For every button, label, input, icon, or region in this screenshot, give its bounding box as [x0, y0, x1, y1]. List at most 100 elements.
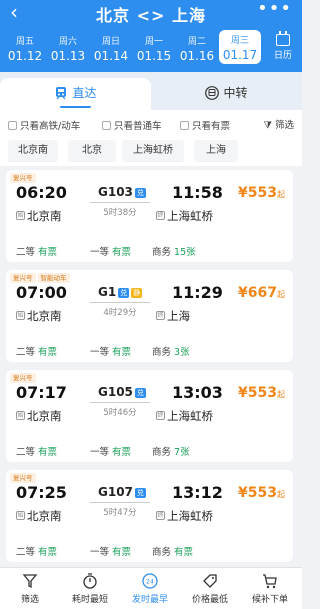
lowest-price-button[interactable]: 价格最低: [180, 568, 240, 605]
date-day: 01.12: [7, 49, 43, 63]
train-tag: 智能动车: [37, 273, 70, 283]
seat-status: 15张: [174, 247, 196, 258]
arrival-station-name: 上海: [167, 309, 190, 323]
train-tag: 复兴号: [10, 473, 36, 483]
bottom-label: 价格最低: [191, 595, 228, 605]
duration: 4时29分: [103, 308, 137, 318]
arrival-time: 11:58: [172, 183, 223, 202]
duration-line: [90, 302, 150, 303]
date-weekday: 周二: [187, 37, 206, 47]
seat-status: 有票: [112, 247, 132, 258]
seat-status: 3张: [174, 347, 190, 358]
price: ¥553起: [238, 385, 285, 401]
origin-mark: 始: [16, 211, 25, 220]
normal-only-checkbox[interactable]: 只看普通车: [102, 118, 162, 132]
arrival-time: 11:29: [172, 283, 223, 302]
train-card[interactable]: 复兴号 07:25 G107 兑 13:12 ¥553起 5时47分 始北京南 终…: [6, 470, 293, 562]
train-card[interactable]: 复兴号 06:20 G103 兑 11:58 ¥553起 5时38分 始北京南 终…: [6, 170, 293, 262]
filter-sort-button[interactable]: 筛选: [0, 568, 60, 605]
train-tag: 复兴号: [10, 373, 36, 383]
date-item-selected[interactable]: 周三 01.17: [219, 30, 261, 64]
top-bar: ‹ 北京 <> 上海 ••• 周五 01.12 周六 01.13 周日 01.1…: [0, 0, 302, 72]
route-type-tabs: 直达 中转: [0, 72, 302, 110]
train-card[interactable]: 复兴号 07:17 G105 兑 13:03 ¥553起 5时46分 始北京南 终…: [6, 370, 293, 462]
date-day: 01.13: [50, 49, 86, 63]
seat-class: 二等: [16, 347, 36, 358]
seat-class: 二等: [16, 547, 36, 558]
filter-button[interactable]: ⧩ 筛选: [263, 117, 294, 131]
seat-first-class: 一等 有票: [90, 444, 131, 458]
seat-first-class: 一等 有票: [90, 344, 131, 358]
bottom-label: 耗时最短: [71, 595, 108, 605]
departure-time: 07:25: [16, 483, 67, 502]
departure-station-name: 北京南: [27, 209, 62, 223]
clock-24-icon: 24: [142, 573, 158, 589]
departure-station-name: 北京南: [27, 309, 62, 323]
funnel-icon: ⧩: [263, 120, 272, 131]
train-number: G1 兑静: [98, 285, 143, 299]
departure-time: 07:17: [16, 383, 67, 402]
station-chip[interactable]: 上海: [194, 140, 238, 162]
seat-status: 7张: [174, 447, 190, 458]
seat-class: 二等: [16, 247, 36, 258]
train-number-text: G1: [98, 285, 117, 299]
departure-station-name: 北京南: [27, 509, 62, 523]
bottom-label: 候补下单: [251, 595, 288, 605]
date-item[interactable]: 周六 01.13: [47, 28, 89, 64]
exchange-badge: 兑: [134, 387, 146, 398]
calendar-button[interactable]: 日历: [268, 30, 298, 66]
seat-class: 一等: [90, 447, 110, 458]
seat-status: 有票: [112, 347, 132, 358]
duration-line: [90, 202, 150, 203]
arrival-station-name: 上海虹桥: [167, 409, 213, 423]
earliest-departure-button[interactable]: 24 发时最早: [120, 568, 180, 605]
date-item[interactable]: 周一 01.15: [133, 28, 175, 64]
terminal-mark: 终: [156, 311, 165, 320]
seat-status: 有票: [38, 447, 58, 458]
shortest-duration-button[interactable]: 耗时最短: [60, 568, 120, 605]
arrival-station: 终上海虹桥: [156, 208, 213, 224]
seat-class: 商务: [152, 247, 172, 258]
tab-transfer-label: 中转: [223, 86, 248, 100]
station-chip[interactable]: 北京: [68, 140, 116, 162]
date-day: 01.14: [93, 49, 129, 63]
date-item[interactable]: 周二 01.16: [176, 28, 218, 64]
high-speed-only-checkbox[interactable]: 只看高铁/动车: [8, 118, 80, 132]
more-dots-icon[interactable]: •••: [257, 0, 292, 18]
date-item[interactable]: 周日 01.14: [90, 28, 132, 64]
arrival-time: 13:03: [172, 383, 223, 402]
tab-transfer[interactable]: 中转: [151, 78, 302, 110]
seat-second-class: 二等 有票: [16, 444, 57, 458]
available-only-checkbox[interactable]: 只看有票: [180, 118, 230, 132]
date-weekday: 周六: [58, 37, 77, 47]
price: ¥553起: [238, 485, 285, 501]
arrival-station: 终上海虹桥: [156, 408, 213, 424]
seat-status: 有票: [38, 247, 58, 258]
seat-first-class: 一等 有票: [90, 544, 131, 558]
departure-station: 始北京南: [16, 308, 62, 324]
arrival-station: 终上海虹桥: [156, 508, 213, 524]
train-number: G105 兑: [98, 385, 146, 399]
departure-station: 始北京南: [16, 408, 62, 424]
tab-direct[interactable]: 直达: [0, 78, 151, 110]
departure-station: 始北京南: [16, 508, 62, 524]
waitlist-order-button[interactable]: 候补下单: [240, 568, 300, 605]
date-item[interactable]: 周五 01.12: [4, 28, 46, 64]
duration: 5时47分: [103, 508, 137, 518]
train-tag: 复兴号: [10, 273, 36, 283]
checkbox-box: [8, 121, 17, 130]
seat-status: 有票: [112, 547, 132, 558]
departure-station: 始北京南: [16, 208, 62, 224]
price: ¥667起: [238, 285, 285, 301]
origin-mark: 始: [16, 311, 25, 320]
seat-second-class: 二等 有票: [16, 244, 57, 258]
funnel-icon: [22, 574, 38, 589]
seat-second-class: 二等 有票: [16, 544, 57, 558]
price-amount: ¥553: [238, 185, 277, 201]
date-day: 01.15: [136, 49, 172, 63]
train-icon: [56, 86, 67, 99]
station-chip[interactable]: 北京南: [8, 140, 58, 162]
station-chip[interactable]: 上海虹桥: [122, 140, 184, 162]
train-card[interactable]: 复兴号 智能动车 07:00 G1 兑静 11:29 ¥667起 4时29分 始北京…: [6, 270, 293, 362]
bottom-sort-bar: 筛选 耗时最短 24 发时最早 价格最低 候补下单: [0, 567, 302, 609]
